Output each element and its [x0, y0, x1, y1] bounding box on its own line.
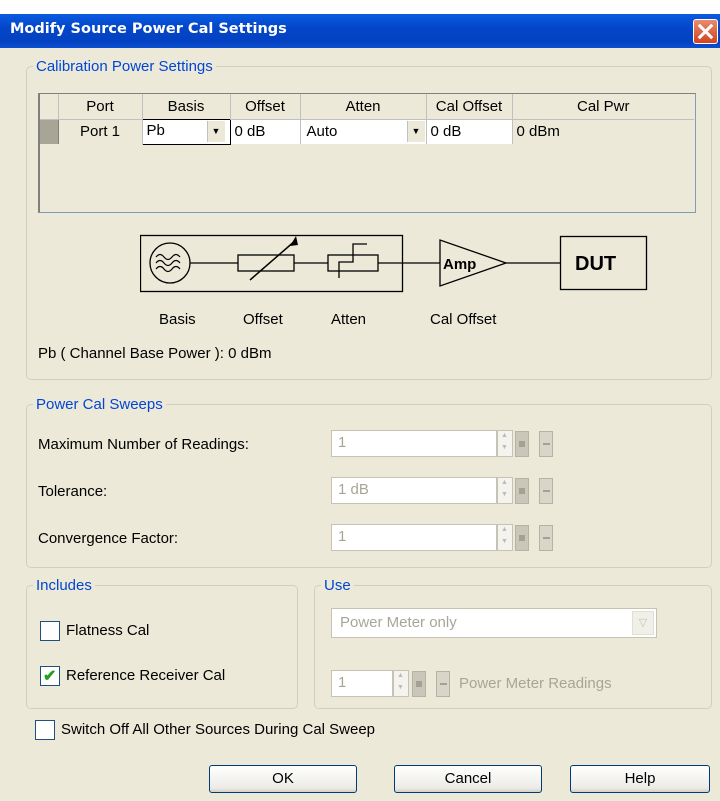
convergence-label: Convergence Factor: [38, 530, 179, 547]
power-meter-readings-spinner[interactable] [393, 670, 409, 697]
convergence-keypad-icon[interactable] [515, 525, 529, 551]
power-meter-readings-keypad-icon[interactable] [412, 671, 426, 697]
ok-button[interactable]: OK [209, 765, 357, 793]
signal-path-diagram: Amp DUT [140, 234, 648, 293]
power-meter-readings-minus-icon[interactable] [436, 671, 450, 697]
help-button[interactable]: Help [570, 765, 710, 793]
window-title: Modify Source Power Cal Settings [10, 21, 287, 37]
row-selector[interactable] [40, 118, 59, 144]
max-readings-minus-icon[interactable] [539, 431, 553, 457]
dropdown-arrow-icon[interactable]: ▼ [406, 121, 425, 143]
title-bar[interactable]: Modify Source Power Cal Settings [0, 14, 720, 48]
tolerance-label: Tolerance: [38, 483, 108, 500]
tolerance-minus-icon[interactable] [539, 478, 553, 504]
convergence-minus-icon[interactable] [539, 525, 553, 551]
flatness-cal-checkbox[interactable] [40, 621, 60, 641]
col-header-offset: Offset [230, 94, 301, 119]
sine-source-icon [149, 242, 191, 284]
table-row[interactable]: Port 1 Pb ▼ 0 dB Auto ▼ 0 dB 0 dBm [40, 118, 694, 145]
max-readings-input[interactable]: 1 [331, 430, 497, 457]
switch-off-sources-label[interactable]: Switch Off All Other Sources During Cal … [61, 721, 375, 738]
chevron-down-icon[interactable]: ▽ [632, 611, 654, 635]
flatness-cal-label[interactable]: Flatness Cal [66, 622, 149, 639]
table-header-row: Port Basis Offset Atten Cal Offset Cal P… [40, 94, 694, 119]
cancel-button[interactable]: Cancel [394, 765, 542, 793]
calibration-power-legend: Calibration Power Settings [36, 58, 213, 75]
dut-label: DUT [575, 253, 616, 275]
dialog-window: Modify Source Power Cal Settings Calibra… [0, 0, 720, 801]
convergence-spinner[interactable] [497, 524, 513, 551]
atten-combo[interactable]: Auto ▼ [300, 118, 427, 144]
switch-off-sources-checkbox[interactable] [35, 720, 55, 740]
step-attenuator-icon [327, 243, 379, 278]
base-power-text: Pb ( Channel Base Power ): 0 dBm [38, 345, 272, 362]
includes-legend: Includes [36, 577, 92, 594]
power-meter-readings-input[interactable]: 1 [331, 670, 393, 697]
reference-receiver-cal-label[interactable]: Reference Receiver Cal [66, 667, 225, 684]
close-button[interactable] [693, 19, 718, 44]
tolerance-input[interactable]: 1 dB [331, 477, 497, 504]
reference-receiver-cal-checkbox[interactable] [40, 666, 60, 686]
use-legend: Use [324, 577, 351, 594]
col-header-atten: Atten [300, 94, 427, 119]
basis-combo[interactable]: Pb ▼ [141, 118, 231, 145]
cell-cal-offset[interactable]: 0 dB [426, 118, 513, 144]
diagram-label-atten: Atten [331, 311, 367, 328]
basis-value: Pb [146, 122, 165, 140]
max-readings-keypad-icon[interactable] [515, 431, 529, 457]
convergence-input[interactable]: 1 [331, 524, 497, 551]
col-header-cal-pwr: Cal Pwr [576, 97, 630, 115]
dropdown-arrow-icon[interactable]: ▼ [206, 121, 225, 142]
tolerance-keypad-icon[interactable] [515, 478, 529, 504]
tolerance-spinner[interactable] [497, 477, 513, 504]
use-select[interactable]: Power Meter only ▽ [331, 608, 657, 638]
col-header-port: Port [58, 94, 143, 119]
cell-offset[interactable]: 0 dB [230, 118, 301, 144]
diagram-label-cal-offset: Cal Offset [430, 311, 497, 328]
max-readings-spinner[interactable] [497, 430, 513, 457]
max-readings-label: Maximum Number of Readings: [38, 436, 249, 453]
variable-resistor-icon [237, 236, 298, 281]
power-settings-table[interactable]: Port Basis Offset Atten Cal Offset Cal P… [38, 93, 696, 213]
background-strip [0, 0, 720, 14]
cell-cal-pwr: 0 dBm [512, 118, 694, 144]
col-header-cal-offset: Cal Offset [426, 94, 513, 119]
diagram-label-offset: Offset [243, 311, 283, 328]
power-cal-sweeps-legend: Power Cal Sweeps [36, 396, 163, 413]
amp-label: Amp [443, 256, 476, 273]
use-select-value: Power Meter only [340, 614, 457, 631]
cell-port: Port 1 [58, 118, 143, 144]
diagram-label-basis: Basis [159, 311, 196, 328]
power-meter-readings-label: Power Meter Readings [459, 675, 612, 692]
col-header-basis: Basis [142, 94, 231, 119]
includes-group: Includes [26, 577, 298, 709]
row-header-corner [40, 94, 59, 119]
atten-value: Auto [306, 122, 338, 140]
